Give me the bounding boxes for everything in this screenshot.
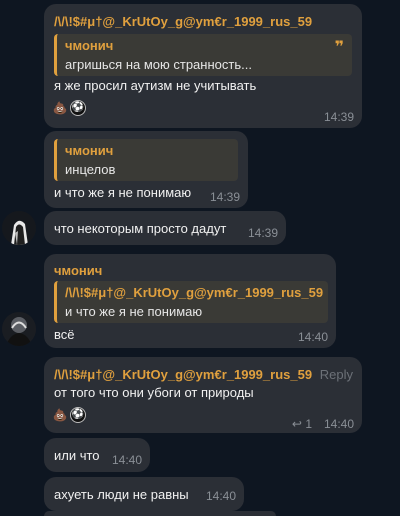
- message-text: я же просил аутизм не учитывать: [54, 78, 257, 93]
- message-bubble-partial[interactable]: [44, 511, 276, 516]
- poo-reaction-icon[interactable]: 💩: [52, 100, 68, 116]
- message-bubble[interactable]: или что 14:40: [44, 438, 150, 472]
- message-bubble[interactable]: ахуеть люди не равны 14:40: [44, 477, 244, 511]
- message-bubble[interactable]: /\/\!$#μ†@_KrUtOy_g@ym€r_1999_rus_59 Rep…: [44, 357, 362, 433]
- reply-name: чмонич: [65, 38, 114, 53]
- message-bubble[interactable]: /\/\!$#μ†@_KrUtOy_g@ym€r_1999_rus_59 чмо…: [44, 4, 362, 128]
- message-time: 14:39: [323, 110, 354, 124]
- message-text: что некоторым просто дадут: [54, 221, 227, 236]
- reply-quote[interactable]: /\/\!$#μ†@_KrUtOy_g@ym€r_1999_rus_59 и ч…: [54, 281, 328, 323]
- message-time: 14:39: [247, 226, 278, 240]
- reply-name: /\/\!$#μ†@_KrUtOy_g@ym€r_1999_rus_59: [65, 285, 324, 300]
- message-bubble[interactable]: что некоторым просто дадут 14:39: [44, 211, 286, 245]
- message-time: 14:40: [323, 417, 354, 431]
- reply-quote[interactable]: чмонич агришься на мою странность... ❞: [54, 34, 352, 76]
- message-text: ахуеть люди не равны: [54, 487, 189, 502]
- ball-reaction-icon[interactable]: ⚽: [70, 407, 86, 423]
- message-text: и что же я не понимаю: [54, 185, 192, 200]
- user-avatar[interactable]: [2, 211, 36, 245]
- message-bubble[interactable]: чмонич инцелов и что же я не понимаю 14:…: [44, 131, 248, 208]
- quote-icon: ❞: [334, 39, 344, 56]
- message-time: 14:39: [209, 190, 240, 204]
- user-avatar[interactable]: [2, 312, 36, 346]
- reply-quote[interactable]: чмонич инцелов: [54, 139, 238, 181]
- sender-name[interactable]: /\/\!$#μ†@_KrUtOy_g@ym€r_1999_rus_59: [54, 14, 312, 29]
- reply-text: агришься на мою странность...: [65, 57, 252, 72]
- message-time: 14:40: [205, 489, 236, 503]
- reply-text: инцелов: [65, 162, 116, 177]
- message-text: или что: [54, 448, 100, 463]
- message-text: от того что они убоги от природы: [54, 385, 254, 400]
- reply-button[interactable]: Reply: [320, 367, 353, 382]
- message-time: 14:40: [111, 453, 142, 467]
- ball-reaction-icon[interactable]: ⚽: [70, 100, 86, 116]
- reply-text: и что же я не понимаю: [65, 304, 203, 319]
- sender-name[interactable]: чмонич: [54, 263, 102, 278]
- message-text: всё: [54, 327, 75, 342]
- sender-name[interactable]: /\/\!$#μ†@_KrUtOy_g@ym€r_1999_rus_59: [54, 367, 312, 382]
- forward-count-value: 1: [305, 417, 312, 431]
- message-bubble[interactable]: чмонич /\/\!$#μ†@_KrUtOy_g@ym€r_1999_rus…: [44, 254, 336, 348]
- forward-icon: ↩: [291, 417, 302, 431]
- reply-name: чмонич: [65, 143, 114, 158]
- message-time: 14:40: [297, 330, 328, 344]
- reactions[interactable]: 💩 ⚽: [52, 407, 86, 423]
- forward-count[interactable]: ↩ 1: [292, 417, 312, 431]
- poo-reaction-icon[interactable]: 💩: [52, 407, 68, 423]
- reactions[interactable]: 💩 ⚽: [52, 100, 86, 116]
